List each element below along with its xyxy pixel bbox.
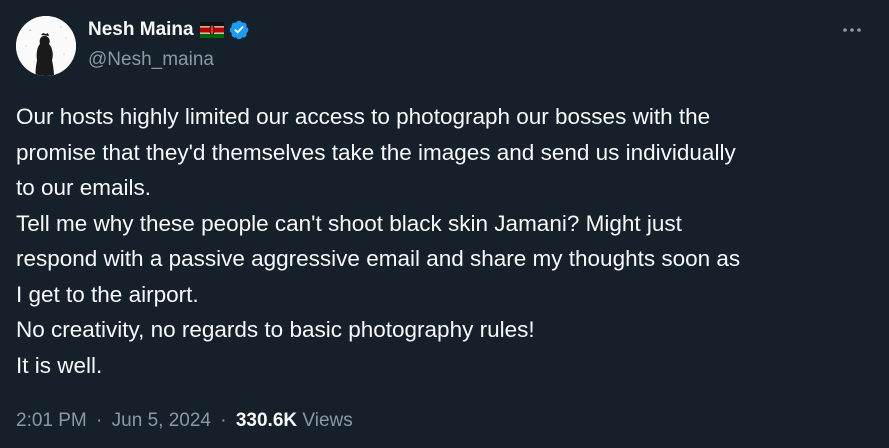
more-options-icon[interactable] — [836, 18, 868, 42]
tweet-text-line: promise that they'd themselves take the … — [16, 139, 736, 165]
tweet-text-line: No creativity, no regards to basic photo… — [16, 317, 535, 342]
display-name[interactable]: Nesh Maina — [88, 19, 194, 41]
tweet-text-line: I get to the airport. — [16, 281, 199, 307]
tweet-text-line: It is well. — [16, 352, 103, 378]
verified-badge-icon[interactable] — [228, 19, 250, 41]
tweet: Nesh Maina @Nesh_maina Our hosts highly … — [0, 0, 889, 448]
meta-separator: · — [220, 410, 227, 431]
tweet-text-line: Our hosts highly limited our access to p… — [16, 104, 711, 129]
tweet-time[interactable]: 2:01 PM — [16, 410, 87, 431]
kenya-flag-icon — [199, 22, 224, 38]
tweet-meta: 2:01 PM · Jun 5, 2024 · 330.6K Views — [16, 410, 353, 432]
tweet-text-line: to our emails. — [16, 175, 152, 200]
author-handle[interactable]: @Nesh_maina — [88, 49, 214, 71]
avatar-image — [16, 16, 76, 76]
tweet-text-line: Tell me why these people can't shoot bla… — [16, 210, 682, 236]
avatar[interactable] — [16, 16, 76, 76]
meta-separator: · — [96, 410, 103, 431]
views-label[interactable]: Views — [302, 410, 352, 431]
views-count[interactable]: 330.6K — [236, 410, 297, 431]
author-name-row[interactable]: Nesh Maina — [88, 17, 250, 43]
tweet-text-line: respond with a passive aggressive email … — [16, 246, 741, 271]
tweet-date[interactable]: Jun 5, 2024 — [112, 410, 211, 431]
tweet-text: Our hosts highly limited our access to p… — [16, 99, 876, 383]
